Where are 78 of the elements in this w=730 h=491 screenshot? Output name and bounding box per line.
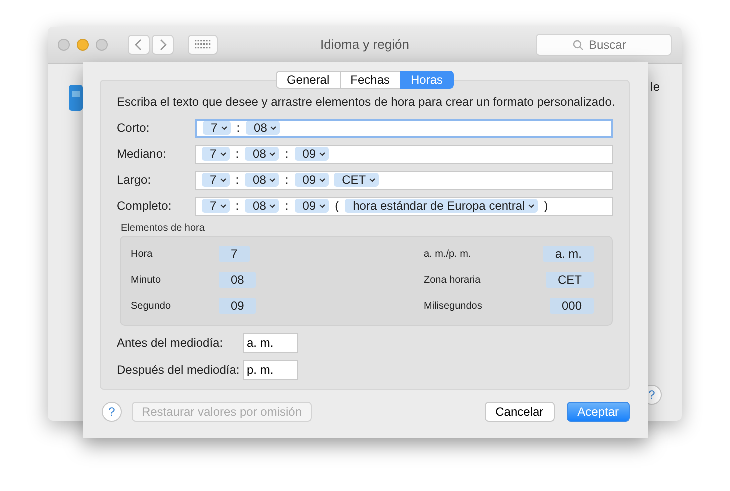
chevron-down-icon: [319, 204, 326, 208]
time-element-token[interactable]: 08: [219, 272, 256, 288]
element-label: Minuto: [131, 274, 162, 286]
format-label: Completo:: [117, 199, 173, 213]
time-token[interactable]: 09: [294, 173, 330, 187]
time-token[interactable]: 7: [203, 121, 231, 135]
chevron-down-icon: [220, 178, 227, 182]
minimize-light-icon[interactable]: [77, 39, 89, 51]
search-icon: [573, 40, 584, 51]
chevron-down-icon: [220, 126, 228, 130]
format-label: Mediano:: [117, 147, 168, 161]
time-element-token[interactable]: a. m.: [543, 246, 594, 262]
input-field[interactable]: a. m.: [243, 333, 298, 353]
input-field[interactable]: p. m.: [243, 360, 298, 380]
separator-text: :: [284, 147, 290, 161]
format-field[interactable]: 7 : 08 : 09 ( hora estándar de Europa central ): [195, 196, 613, 216]
element-label: a. m./p. m.: [424, 248, 472, 260]
search-field[interactable]: Buscar: [536, 34, 672, 56]
time-element-token[interactable]: 7: [219, 246, 250, 262]
grid-icon: [195, 40, 211, 50]
group-title: Elementos de hora: [121, 223, 206, 234]
format-field[interactable]: 7 : 08 : 09: [195, 144, 613, 164]
zoom-light-icon[interactable]: [96, 39, 108, 51]
time-token[interactable]: 08: [246, 121, 280, 135]
time-token[interactable]: 08: [245, 147, 280, 161]
window-title: Idioma y región: [320, 37, 410, 52]
chevron-down-icon: [319, 152, 326, 156]
chevron-down-icon: [220, 204, 227, 208]
chevron-down-icon: [270, 126, 278, 130]
chevron-down-icon: [528, 204, 536, 208]
tab[interactable]: General: [276, 71, 340, 89]
separator-text: :: [234, 147, 240, 161]
time-element-token[interactable]: 000: [550, 298, 594, 314]
chevron-left-icon: [135, 39, 143, 51]
separator-text: (: [334, 199, 340, 213]
help-button[interactable]: ?: [102, 402, 122, 422]
time-token[interactable]: 08: [245, 173, 280, 187]
time-element-token[interactable]: 09: [219, 298, 256, 314]
element-label: Milisegundos: [424, 300, 484, 312]
forward-button[interactable]: [152, 35, 174, 55]
time-element-token[interactable]: CET: [546, 272, 594, 288]
chevron-down-icon: [220, 152, 227, 156]
time-token[interactable]: 08: [245, 199, 280, 213]
separator-text: :: [236, 121, 242, 135]
field-label: Después del mediodía:: [117, 363, 241, 377]
separator-text: :: [234, 173, 240, 187]
separator-text: :: [284, 173, 290, 187]
time-token[interactable]: CET: [334, 173, 380, 187]
time-token[interactable]: 7: [202, 147, 230, 161]
separator-text: ): [543, 199, 550, 213]
separator-text: :: [234, 199, 240, 213]
chevron-down-icon: [269, 204, 276, 208]
element-label: Zona horaria: [424, 274, 482, 286]
time-token[interactable]: 7: [202, 199, 230, 213]
instruction-text: Escriba el texto que desee y arrastre elementos de hora para crear un formato personalizado.: [117, 95, 613, 109]
element-label: Hora: [131, 248, 154, 260]
time-token[interactable]: 09: [294, 147, 330, 161]
cancel-button[interactable]: Cancelar: [484, 402, 555, 422]
chevron-down-icon: [369, 178, 376, 182]
format-field[interactable]: 7 : 08: [195, 118, 613, 138]
back-button[interactable]: [128, 35, 150, 55]
chevron-right-icon: [159, 39, 167, 51]
format-label: Corto:: [117, 121, 151, 135]
chevron-down-icon: [269, 152, 276, 156]
time-token[interactable]: 09: [294, 199, 330, 213]
time-token[interactable]: 7: [202, 173, 230, 187]
label-text: le: [650, 80, 660, 94]
time-token[interactable]: hora estándar de Europa central: [345, 199, 538, 213]
chevron-down-icon: [269, 178, 276, 182]
separator-text: :: [284, 199, 290, 213]
chevron-down-icon: [319, 178, 326, 182]
format-field[interactable]: 7 : 08 : 09 CET: [195, 170, 613, 190]
close-light-icon[interactable]: [58, 39, 70, 51]
tab[interactable]: Fechas: [340, 71, 400, 89]
format-label: Largo:: [117, 173, 152, 187]
element-label: Segundo: [131, 300, 172, 312]
field-label: Antes del mediodía:: [117, 336, 224, 350]
show-all-button[interactable]: [188, 35, 218, 55]
